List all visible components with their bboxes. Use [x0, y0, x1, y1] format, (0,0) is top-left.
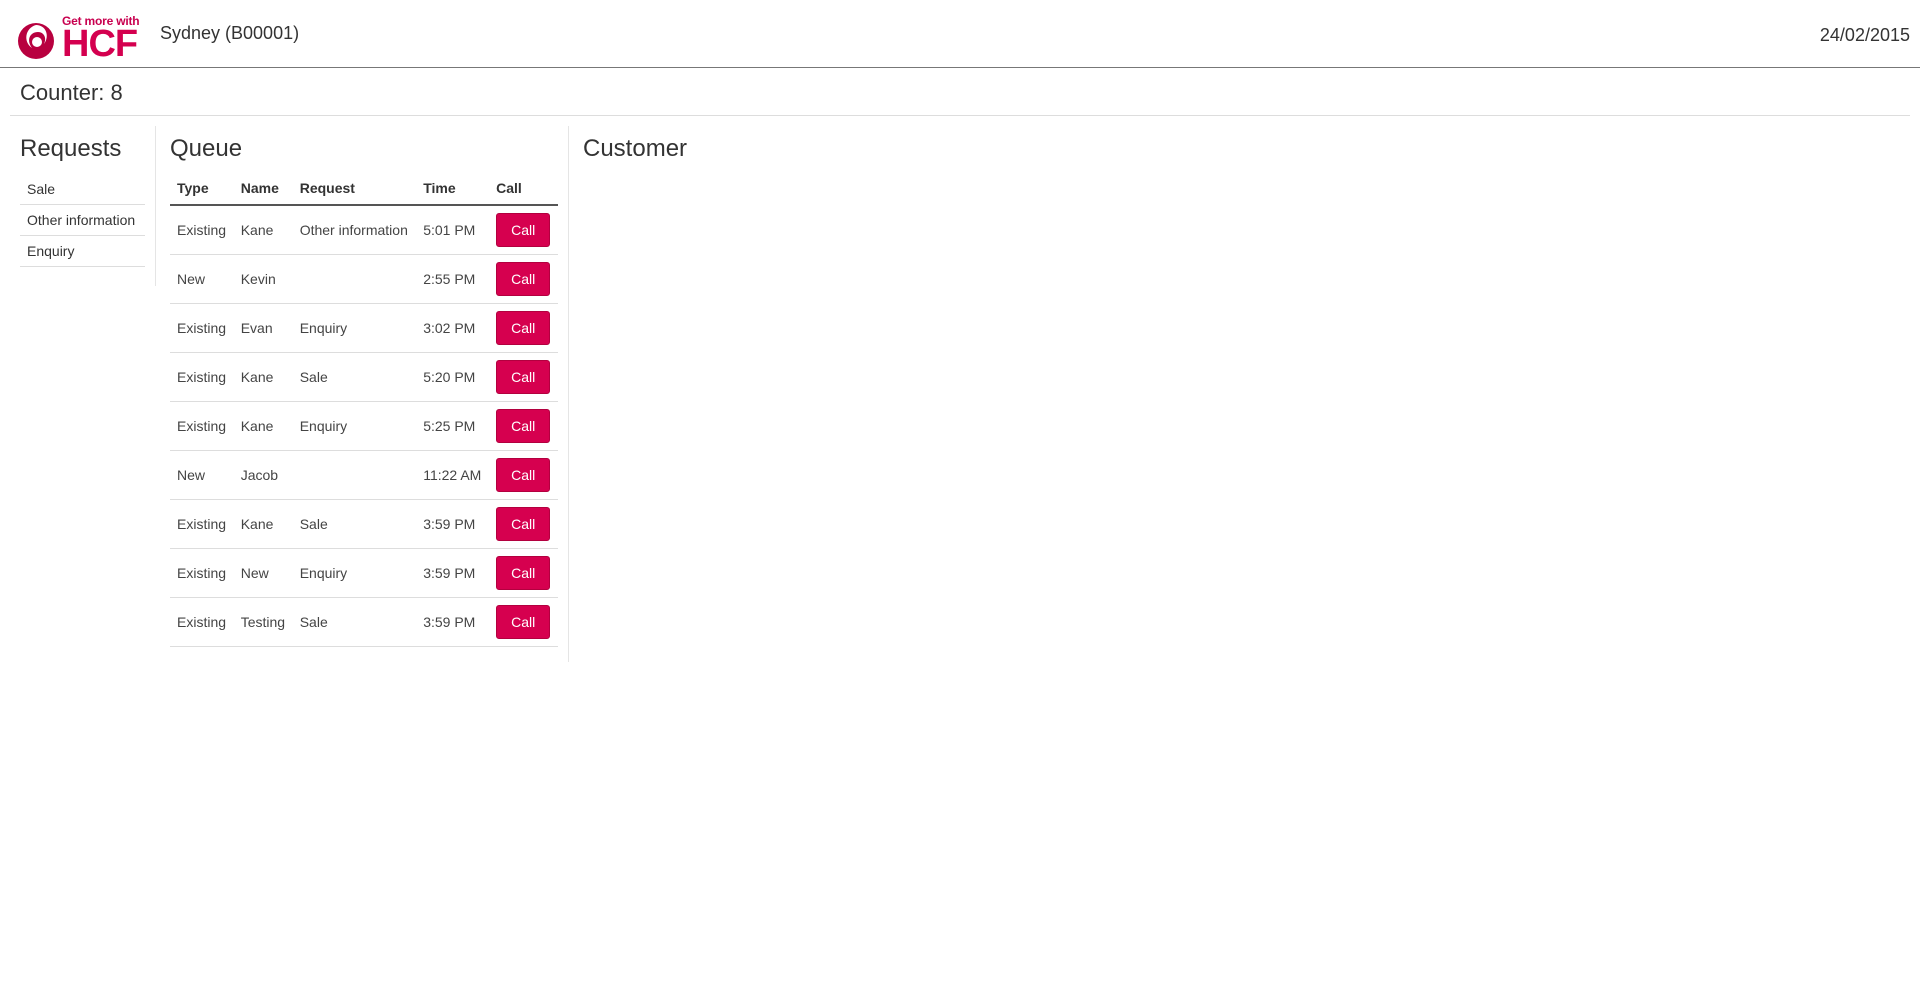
row-name: Jacob — [233, 450, 293, 500]
row-request: Sale — [292, 597, 417, 647]
row-name: Kane — [233, 205, 293, 255]
row-name: Kane — [233, 352, 293, 402]
hcf-logo-mark-icon — [18, 23, 54, 59]
row-request: Other information — [292, 205, 417, 255]
table-row: Existing Kane Other information 5:01 PM … — [170, 205, 558, 255]
branch-name: Sydney (B00001) — [160, 23, 300, 43]
row-name: Kane — [233, 499, 293, 549]
row-type: Existing — [170, 597, 234, 647]
request-item-enquiry[interactable]: Enquiry — [20, 236, 145, 267]
table-row: New Kevin 2:55 PM Call — [170, 254, 558, 304]
row-time: 2:55 PM — [416, 254, 490, 304]
row-name: Kane — [233, 401, 293, 451]
queue-table: Type Name Request Time Call Existing Kan… — [170, 174, 558, 647]
table-row: Existing Kane Sale 5:20 PM Call — [170, 352, 558, 402]
row-type: New — [170, 254, 234, 304]
call-button[interactable]: Call — [496, 507, 551, 541]
row-type: Existing — [170, 352, 234, 402]
column-header-call: Call — [489, 174, 558, 206]
row-type: New — [170, 450, 234, 500]
row-time: 5:01 PM — [416, 205, 490, 255]
call-button[interactable]: Call — [496, 556, 551, 590]
row-time: 3:59 PM — [416, 499, 490, 549]
row-request: Enquiry — [292, 401, 417, 451]
column-header-request: Request — [292, 174, 417, 206]
counter-label: Counter: 8 — [20, 80, 123, 105]
table-row: Existing Kane Enquiry 5:25 PM Call — [170, 401, 558, 451]
row-time: 5:25 PM — [416, 401, 490, 451]
customer-title: Customer — [583, 135, 688, 162]
call-button[interactable]: Call — [496, 409, 551, 443]
call-button[interactable]: Call — [496, 262, 551, 296]
row-name: Kevin — [233, 254, 293, 304]
request-item-sale[interactable]: Sale — [20, 174, 145, 205]
row-request: Enquiry — [292, 548, 417, 598]
table-row: New Jacob 11:22 AM Call — [170, 450, 558, 500]
hcf-logo[interactable]: Get more with HCF — [16, 14, 144, 64]
column-header-type: Type — [170, 174, 234, 206]
table-row: Existing Testing Sale 3:59 PM Call — [170, 597, 558, 647]
row-type: Existing — [170, 499, 234, 549]
panel-divider — [155, 126, 156, 286]
row-request: Enquiry — [292, 303, 417, 353]
row-request: Sale — [292, 499, 417, 549]
row-type: Existing — [170, 205, 234, 255]
row-request: Sale — [292, 352, 417, 402]
call-button[interactable]: Call — [496, 458, 551, 492]
table-row: Existing Kane Sale 3:59 PM Call — [170, 499, 558, 549]
requests-panel: Requests Sale Other information Enquiry — [20, 126, 145, 267]
row-request — [292, 450, 417, 500]
row-type: Existing — [170, 303, 234, 353]
column-header-name: Name — [233, 174, 293, 206]
table-row: Existing Evan Enquiry 3:02 PM Call — [170, 303, 558, 353]
queue-title: Queue — [170, 135, 243, 162]
row-name: Testing — [233, 597, 293, 647]
panel-divider — [568, 126, 569, 662]
current-date: 24/02/2015 — [1819, 25, 1910, 45]
call-button[interactable]: Call — [496, 213, 551, 247]
call-button[interactable]: Call — [496, 605, 551, 639]
customer-panel: Customer — [583, 126, 1183, 174]
top-header: Get more with HCF Sydney (B00001) 24/02/… — [0, 0, 1920, 68]
logo-wordmark: HCF — [62, 23, 138, 65]
counter-bar: Counter: 8 — [10, 68, 1910, 116]
call-button[interactable]: Call — [496, 360, 551, 394]
row-name: Evan — [233, 303, 293, 353]
row-request — [292, 254, 417, 304]
call-button[interactable]: Call — [496, 311, 551, 345]
request-item-other-information[interactable]: Other information — [20, 205, 145, 236]
queue-header-row: Type Name Request Time Call — [170, 174, 558, 206]
row-time: 3:59 PM — [416, 548, 490, 598]
column-header-time: Time — [416, 174, 490, 206]
row-time: 3:59 PM — [416, 597, 490, 647]
table-row: Existing New Enquiry 3:59 PM Call — [170, 548, 558, 598]
row-time: 3:02 PM — [416, 303, 490, 353]
row-name: New — [233, 548, 293, 598]
row-time: 11:22 AM — [416, 450, 490, 500]
requests-title: Requests — [20, 135, 122, 162]
row-type: Existing — [170, 401, 234, 451]
row-type: Existing — [170, 548, 234, 598]
row-time: 5:20 PM — [416, 352, 490, 402]
queue-panel: Queue Type Name Request Time Call Existi… — [170, 126, 558, 647]
